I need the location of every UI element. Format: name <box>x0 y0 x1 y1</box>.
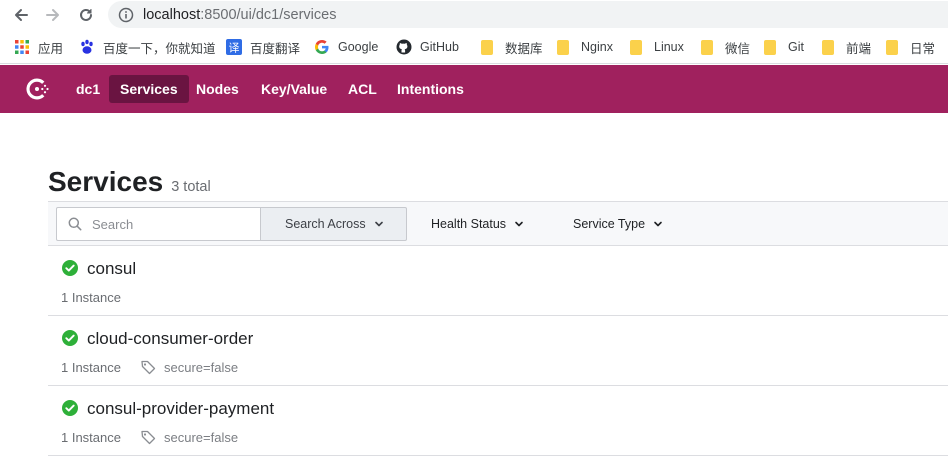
service-meta: 1 Instance secure=false <box>61 428 238 446</box>
bookmark-google[interactable]: Google <box>314 38 378 56</box>
folder-icon <box>886 39 898 55</box>
nav-services[interactable]: Services <box>109 75 189 103</box>
service-row[interactable]: cloud-consumer-order 1 Instance secure=f… <box>48 316 948 386</box>
bookmark-label: 百度翻译 <box>250 41 301 56</box>
nav-key-value[interactable]: Key/Value <box>250 75 338 103</box>
bookmark-label: Git <box>788 40 804 54</box>
bookmark-label: 数据库 <box>505 41 543 56</box>
tag-icon <box>141 430 156 445</box>
bookmark-label: Google <box>338 40 379 54</box>
consul-logo-icon[interactable] <box>22 75 52 103</box>
service-type-dropdown[interactable]: Service Type <box>573 207 663 241</box>
tag-icon <box>141 360 156 375</box>
search-box[interactable] <box>56 207 261 241</box>
page-header: Services 3 total <box>48 166 211 198</box>
folder-icon <box>701 39 713 55</box>
passing-check-icon <box>62 400 78 416</box>
info-icon[interactable] <box>118 7 134 23</box>
instance-count: 1 Instance <box>61 289 121 305</box>
service-name[interactable]: cloud-consumer-order <box>87 329 253 349</box>
url-host: localhost <box>143 6 201 23</box>
service-tag: secure=false <box>164 429 239 445</box>
google-icon <box>315 40 329 54</box>
browser-toolbar: localhost:8500/ui/dc1/services <box>0 0 948 30</box>
service-type-label: Service Type <box>573 217 646 231</box>
reload-icon[interactable] <box>76 5 96 25</box>
chevron-down-icon <box>515 221 523 227</box>
passing-check-icon <box>62 260 78 276</box>
folder-icon <box>822 39 834 55</box>
svg-text:译: 译 <box>229 42 240 55</box>
bookmark-baidu-translate[interactable]: 译 百度翻译 <box>226 38 300 56</box>
instance-count: 1 Instance <box>61 359 121 375</box>
nav-acl[interactable]: ACL <box>337 75 388 103</box>
baidu-translate-icon: 译 <box>226 39 242 55</box>
bookmark-folder-wechat[interactable]: 微信 <box>701 38 750 56</box>
chevron-down-icon <box>374 221 383 227</box>
search-across-label: Search Across <box>285 217 366 231</box>
bookmark-github[interactable]: GitHub <box>396 38 459 56</box>
bookmark-folder-git[interactable]: Git <box>764 38 804 56</box>
bookmark-label: Linux <box>654 40 684 54</box>
address-bar[interactable]: localhost:8500/ui/dc1/services <box>108 1 948 28</box>
service-meta: 1 Instance secure=false <box>61 358 238 376</box>
bookmark-folder-daily[interactable]: 日常 <box>886 38 935 56</box>
datacenter-selector[interactable]: dc1 <box>65 75 111 103</box>
bookmark-folder-frontend[interactable]: 前端 <box>822 38 871 56</box>
page-title: Services <box>48 166 164 197</box>
github-icon <box>396 39 412 55</box>
bookmarks-bar: 应用 百度一下，你就知道 译 百度翻译 Google GitHub 数据库 Ng… <box>0 30 948 64</box>
service-name[interactable]: consul <box>87 259 136 279</box>
bookmark-folder-linux[interactable]: Linux <box>630 38 684 56</box>
nav-nodes[interactable]: Nodes <box>185 75 250 103</box>
passing-check-icon <box>62 330 78 346</box>
nav-intentions[interactable]: Intentions <box>386 75 475 103</box>
search-across-dropdown[interactable]: Search Across <box>260 207 407 241</box>
bookmark-label: 日常 <box>910 41 936 56</box>
services-count: 3 total <box>171 179 211 195</box>
chevron-down-icon <box>654 221 662 227</box>
apps-grid-icon <box>15 40 29 54</box>
service-name[interactable]: consul-provider-payment <box>87 399 274 419</box>
folder-icon <box>481 39 493 55</box>
filter-bar: Search Across Health Status Service Type <box>48 201 948 246</box>
folder-icon <box>630 39 642 55</box>
bookmark-label: 前端 <box>846 41 872 56</box>
bookmark-label: Nginx <box>581 40 613 54</box>
service-row[interactable]: consul-provider-payment 1 Instance secur… <box>48 386 948 456</box>
baidu-paw-icon <box>81 39 93 54</box>
search-input[interactable] <box>92 216 252 232</box>
bookmark-label: GitHub <box>420 40 459 54</box>
instance-count: 1 Instance <box>61 429 121 445</box>
service-meta: 1 Instance <box>61 288 121 306</box>
forward-arrow-icon[interactable] <box>43 5 63 25</box>
health-status-dropdown[interactable]: Health Status <box>431 207 524 241</box>
bookmark-label: 百度一下，你就知道 <box>103 41 216 56</box>
bookmark-label: 应用 <box>38 41 64 56</box>
service-row[interactable]: consul 1 Instance <box>48 246 948 316</box>
bookmark-folder-nginx[interactable]: Nginx <box>557 38 613 56</box>
health-status-label: Health Status <box>431 217 507 231</box>
folder-icon <box>557 39 569 55</box>
folder-icon <box>764 39 776 55</box>
back-arrow-icon[interactable] <box>11 5 31 25</box>
url-path: :8500/ui/dc1/services <box>200 6 337 23</box>
bookmark-apps[interactable]: 应用 <box>14 38 63 56</box>
bookmark-baidu[interactable]: 百度一下，你就知道 <box>79 38 216 56</box>
bookmark-folder-database[interactable]: 数据库 <box>481 38 543 56</box>
service-tag: secure=false <box>164 359 239 375</box>
bookmark-label: 微信 <box>725 41 751 56</box>
search-icon <box>68 217 82 231</box>
app-header: dc1 Services Nodes Key/Value ACL Intenti… <box>0 65 948 113</box>
